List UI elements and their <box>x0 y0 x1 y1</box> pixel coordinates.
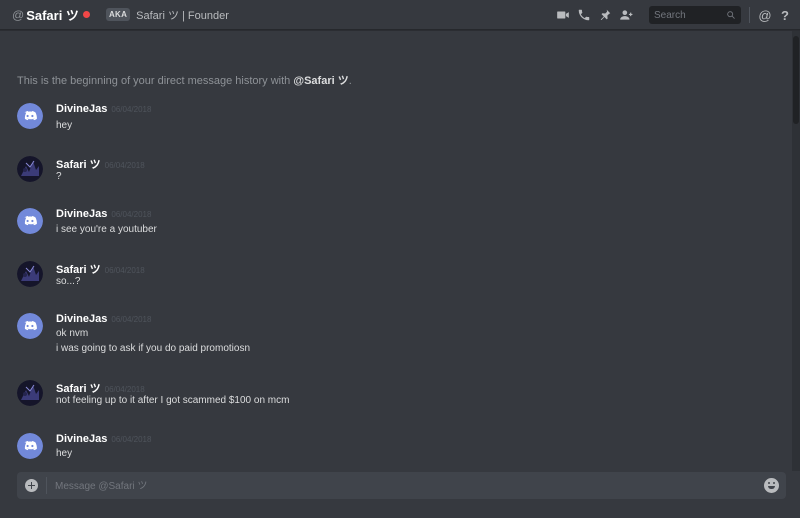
search-input[interactable]: Search <box>649 6 741 24</box>
mentions-icon[interactable]: @ <box>758 8 772 23</box>
message-text: ? <box>56 171 62 182</box>
voice-call-icon[interactable] <box>575 6 593 24</box>
message-input[interactable] <box>53 476 747 497</box>
author-name[interactable]: Safari ツ <box>56 159 101 171</box>
dark-profile-avatar[interactable] <box>17 380 43 406</box>
intro-handle: @Safari ツ <box>293 75 349 87</box>
dm-history-intro: This is the beginning of your direct mes… <box>17 72 352 88</box>
message-author[interactable]: DivineJas 06/04/2018 <box>56 433 151 445</box>
search-placeholder: Search <box>654 9 686 21</box>
message-text: so...? <box>56 276 81 287</box>
message-author[interactable]: DivineJas 06/04/2018 <box>56 208 151 220</box>
dark-profile-avatar[interactable] <box>17 261 43 287</box>
search-icon <box>727 11 735 19</box>
author-name[interactable]: Safari ツ <box>56 383 101 395</box>
emoji-picker-icon[interactable] <box>764 478 779 493</box>
pin-icon[interactable] <box>596 6 614 24</box>
upload-plus-icon[interactable] <box>25 479 38 492</box>
add-friend-icon[interactable] <box>617 6 635 24</box>
message-timestamp: 06/04/2018 <box>111 315 152 324</box>
nickname-label: Safari ツ | Founder <box>136 9 229 22</box>
discord-default-avatar[interactable] <box>17 433 43 459</box>
message-timestamp: 06/04/2018 <box>104 161 145 170</box>
discord-default-avatar[interactable] <box>17 103 43 129</box>
message-timestamp: 06/04/2018 <box>104 266 145 275</box>
author-name[interactable]: DivineJas <box>56 103 107 115</box>
message-author[interactable]: DivineJas 06/04/2018 <box>56 313 151 325</box>
author-name[interactable]: DivineJas <box>56 208 107 220</box>
author-name[interactable]: DivineJas <box>56 433 107 445</box>
message-text: hey <box>56 448 73 459</box>
message-author[interactable]: DivineJas 06/04/2018 <box>56 103 151 115</box>
composer-divider <box>46 477 47 494</box>
status-indicator <box>82 11 90 18</box>
message-text: i was going to ask if you do paid promot… <box>56 343 250 354</box>
message-timestamp: 06/04/2018 <box>111 435 152 444</box>
header-toolbar: Search @ ? <box>551 0 800 30</box>
channel-header: @ Safari ツ AKA Safari ツ | Founder Search… <box>0 0 800 30</box>
message-timestamp: 06/04/2018 <box>111 105 152 114</box>
help-icon[interactable]: ? <box>780 8 790 23</box>
scrollbar-thumb[interactable] <box>793 36 799 124</box>
at-symbol: @ <box>12 7 25 22</box>
message-text: hey <box>56 120 73 131</box>
message-text: ok nvm <box>56 328 89 339</box>
message-author[interactable]: Safari ツ 06/04/2018 <box>56 380 145 396</box>
message-author[interactable]: Safari ツ 06/04/2018 <box>56 156 145 172</box>
dark-profile-avatar[interactable] <box>17 156 43 182</box>
message-composer <box>17 472 786 499</box>
author-name[interactable]: DivineJas <box>56 313 107 325</box>
discord-default-avatar[interactable] <box>17 208 43 234</box>
toolbar-divider <box>749 7 750 23</box>
message-timestamp: 06/04/2018 <box>111 210 152 219</box>
message-timestamp: 06/04/2018 <box>104 385 145 394</box>
message-text: not feeling up to it after I got scammed… <box>56 395 290 406</box>
intro-suffix: . <box>348 75 352 87</box>
video-call-icon[interactable] <box>554 6 572 24</box>
message-text: i see you're a youtuber <box>56 224 157 235</box>
intro-text: This is the beginning of your direct mes… <box>17 75 294 87</box>
dm-username[interactable]: Safari ツ <box>26 5 79 24</box>
author-name[interactable]: Safari ツ <box>56 264 101 276</box>
discord-default-avatar[interactable] <box>17 313 43 339</box>
message-author[interactable]: Safari ツ 06/04/2018 <box>56 261 145 277</box>
aka-badge: AKA <box>105 8 131 21</box>
